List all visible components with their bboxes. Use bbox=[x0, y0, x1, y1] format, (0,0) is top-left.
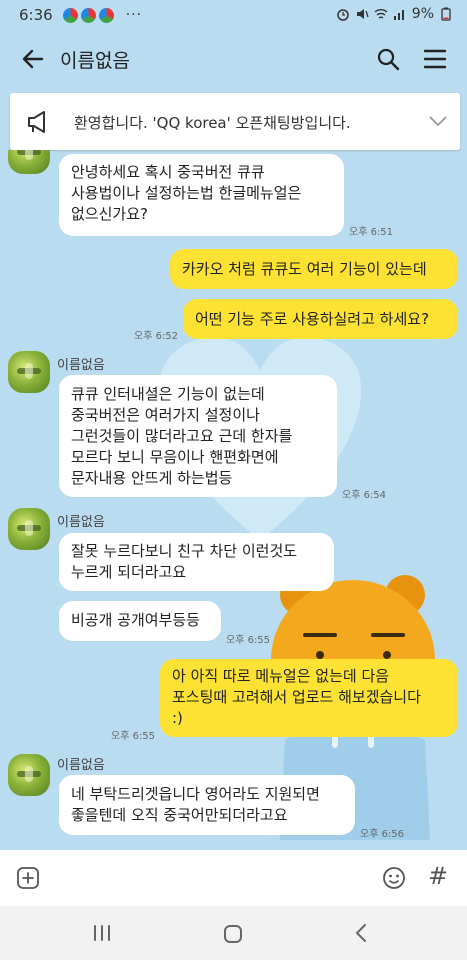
emoji-icon[interactable] bbox=[382, 866, 406, 890]
message-bubble-outgoing[interactable]: 카카오 처럼 큐큐도 여러 기능이 있는데 bbox=[170, 249, 458, 289]
message-time: 오후 6:54 bbox=[342, 490, 387, 501]
avatar[interactable] bbox=[8, 351, 50, 393]
recent-apps-icon[interactable] bbox=[92, 924, 112, 942]
message-bubble-incoming[interactable]: 비공개 공개여부등등 bbox=[59, 601, 221, 641]
wifi-icon bbox=[374, 9, 388, 19]
message-input-bar[interactable]: # bbox=[0, 850, 467, 906]
arrow-left-icon[interactable] bbox=[20, 46, 46, 72]
hamburger-menu-icon[interactable] bbox=[422, 47, 448, 71]
alarm-icon bbox=[337, 9, 349, 21]
sender-name: 이름없음 bbox=[57, 358, 105, 373]
notice-banner[interactable]: 환영합니다. 'QQ korea' 오픈채팅방입니다. bbox=[10, 93, 460, 150]
notification-icons bbox=[62, 7, 114, 23]
sender-name: 이름없음 bbox=[57, 758, 105, 773]
chat-message-list[interactable]: 안녕하세요 혹시 중국버전 큐큐 사용법이나 설정하는법 한글메뉴얼은 없으신가… bbox=[0, 150, 467, 850]
notice-text: 환영합니다. 'QQ korea' 오픈채팅방입니다. bbox=[74, 114, 351, 132]
message-bubble-incoming[interactable]: 잘못 누르다보니 친구 차단 이런것도 누르게 되더라고요 bbox=[59, 533, 334, 591]
chevron-down-icon[interactable] bbox=[428, 112, 448, 130]
sender-name: 이름없음 bbox=[57, 515, 105, 530]
message-bubble-outgoing[interactable]: 아 아직 따로 메뉴얼은 없는데 다음 포스팅때 고려해서 업로드 해보겠습니다… bbox=[160, 659, 458, 737]
chat-header: 이름없음 bbox=[0, 30, 467, 88]
mute-icon bbox=[356, 9, 369, 19]
signal-icon bbox=[393, 10, 404, 20]
status-time: 6:36 bbox=[19, 6, 53, 24]
battery-percent: 9% bbox=[411, 6, 434, 22]
home-icon[interactable] bbox=[223, 924, 243, 944]
plus-box-icon[interactable] bbox=[16, 866, 40, 890]
app-notification-icon bbox=[80, 7, 96, 23]
message-bubble-incoming[interactable]: 큐큐 인터내셜은 기능이 없는데 중국버전은 여러가지 설정이나 그런것들이 많… bbox=[59, 375, 337, 497]
search-icon[interactable] bbox=[376, 47, 400, 71]
back-nav-icon[interactable] bbox=[354, 923, 368, 943]
more-notifications: ··· bbox=[125, 7, 143, 23]
avatar[interactable] bbox=[8, 754, 50, 796]
app-notification-icon bbox=[62, 7, 78, 23]
message-bubble-incoming[interactable]: 네 부탁드리겟읍니다 영어라도 지원되면 좋을텐데 오직 중국어만되더라고요 bbox=[59, 775, 355, 835]
message-time: 오후 6:56 bbox=[360, 829, 405, 840]
battery-icon bbox=[441, 7, 451, 21]
avatar[interactable] bbox=[8, 150, 50, 174]
hash-icon[interactable]: # bbox=[428, 862, 448, 890]
chat-title: 이름없음 bbox=[60, 50, 130, 72]
message-bubble-incoming[interactable]: 안녕하세요 혹시 중국버전 큐큐 사용법이나 설정하는법 한글메뉴얼은 없으신가… bbox=[59, 154, 344, 236]
message-time: 오후 6:55 bbox=[226, 635, 271, 646]
message-time: 오후 6:55 bbox=[111, 731, 156, 742]
message-time: 오후 6:52 bbox=[134, 331, 179, 342]
megaphone-icon bbox=[28, 111, 45, 133]
system-navigation-bar bbox=[0, 906, 467, 960]
message-time: 오후 6:51 bbox=[349, 227, 394, 238]
status-bar: 6:36 ··· 9% bbox=[0, 0, 467, 30]
message-bubble-outgoing[interactable]: 어떤 기능 주로 사용하실려고 하세요? bbox=[183, 299, 458, 339]
app-notification-icon bbox=[98, 7, 114, 23]
avatar[interactable] bbox=[8, 508, 50, 550]
